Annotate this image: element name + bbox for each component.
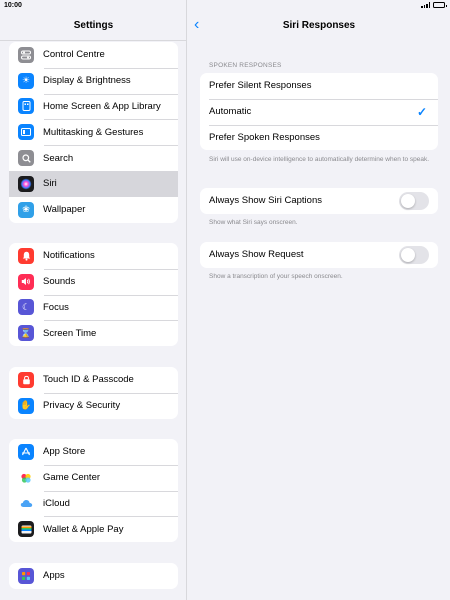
request-footer: Show a transcription of your speech onsc… [209, 273, 343, 280]
apps-icon [18, 567, 34, 584]
captions-footer: Show what Siri says onscreen. [209, 219, 298, 226]
sidebar-item-display-brightness[interactable]: ☀ Display & Brightness [9, 67, 178, 94]
divider [0, 40, 186, 41]
captions-row: Always Show Siri Captions [200, 188, 438, 214]
sidebar-item-privacy[interactable]: ✋ Privacy & Security [9, 392, 178, 419]
sidebar-item-home-screen[interactable]: Home Screen & App Library [9, 93, 178, 120]
sidebar-item-siri[interactable]: Siri [9, 170, 178, 197]
sidebar-item-label: Game Center [43, 472, 101, 484]
sidebar-item-label: Touch ID & Passcode [43, 374, 134, 386]
sidebar-item-label: Search [43, 152, 74, 164]
app-store-icon [18, 443, 34, 460]
sidebar-item-label: Sounds [43, 276, 76, 288]
status-indicators [421, 2, 447, 8]
sidebar-item-multitasking[interactable]: Multitasking & Gestures [9, 119, 178, 145]
settings-sidebar: Settings Control Centre ☀ Display & Brig… [0, 0, 187, 600]
request-toggle[interactable] [399, 246, 429, 264]
option-automatic[interactable]: Automatic ✓ [200, 98, 438, 125]
sidebar-item-wallet[interactable]: Wallet & Apple Pay [9, 516, 178, 542]
sidebar-item-wallpaper[interactable]: ❀ Wallpaper [9, 197, 178, 223]
sidebar-item-search[interactable]: Search [9, 145, 178, 171]
sidebar-item-label: Notifications [43, 250, 95, 262]
wallet-icon [18, 521, 34, 538]
sidebar-item-app-store[interactable]: App Store [9, 439, 178, 465]
sidebar-item-game-center[interactable]: Game Center [9, 464, 178, 491]
hand-icon: ✋ [18, 397, 34, 414]
sidebar-item-label: Control Centre [43, 49, 105, 61]
checkmark-icon: ✓ [416, 104, 427, 119]
toggle-knob [401, 194, 415, 208]
sidebar-item-touch-id[interactable]: Touch ID & Passcode [9, 367, 178, 393]
toggle-knob [401, 248, 415, 262]
wallpaper-icon: ❀ [18, 201, 34, 218]
option-label: Prefer Spoken Responses [209, 131, 320, 143]
siri-responses-pane: ‹ Siri Responses SPOKEN RESPONSES Prefer… [188, 0, 450, 600]
signal-icon [421, 2, 430, 8]
sidebar-group-apps: Apps [9, 563, 178, 589]
control-centre-icon [18, 46, 34, 63]
captions-label: Always Show Siri Captions [209, 195, 322, 207]
sidebar-group-apps-services: App Store Game Center iCloud Wallet & Ap… [9, 439, 178, 543]
captions-group: Always Show Siri Captions [200, 188, 438, 214]
sidebar-item-label: Multitasking & Gestures [43, 126, 144, 138]
status-bar: 10:00 [0, 0, 450, 12]
sidebar-item-label: iCloud [43, 497, 70, 509]
moon-icon: ☾ [18, 299, 34, 316]
multitasking-icon [18, 124, 34, 141]
sidebar-item-label: Privacy & Security [43, 400, 121, 412]
sidebar-group-security: Touch ID & Passcode ✋ Privacy & Security [9, 367, 178, 419]
sun-icon: ☀ [18, 72, 34, 89]
sidebar-item-focus[interactable]: ☾ Focus [9, 294, 178, 321]
home-screen-icon [18, 98, 34, 115]
sidebar-item-label: Wallpaper [43, 204, 86, 216]
captions-toggle[interactable] [399, 192, 429, 210]
search-icon [18, 150, 34, 167]
sidebar-item-notifications[interactable]: Notifications [9, 243, 178, 269]
sidebar-group-notifications: Notifications Sounds ☾ Focus ⌛ Screen Ti… [9, 243, 178, 347]
hourglass-icon: ⌛ [18, 325, 34, 342]
spoken-responses-footer: Siri will use on-device intelligence to … [209, 156, 430, 163]
sidebar-title: Settings [73, 20, 114, 31]
sidebar-item-screen-time[interactable]: ⌛ Screen Time [9, 320, 178, 346]
sidebar-item-label: Display & Brightness [43, 75, 131, 87]
sidebar-item-label: Wallet & Apple Pay [43, 523, 124, 535]
siri-icon [18, 175, 34, 192]
sidebar-group-display: Control Centre ☀ Display & Brightness Ho… [9, 42, 178, 223]
speaker-icon [18, 273, 34, 290]
navigation-bar: ‹ Siri Responses [188, 14, 450, 40]
bell-icon [18, 247, 34, 264]
request-row: Always Show Request [200, 242, 438, 268]
status-time: 10:00 [4, 2, 22, 9]
option-prefer-spoken[interactable]: Prefer Spoken Responses [200, 124, 438, 151]
cloud-icon [18, 495, 34, 512]
battery-icon [433, 2, 447, 8]
option-label: Automatic [209, 106, 252, 118]
sidebar-item-label: Siri [43, 178, 57, 190]
section-header-spoken-responses: SPOKEN RESPONSES [209, 62, 282, 69]
option-label: Prefer Silent Responses [209, 80, 312, 92]
sidebar-item-label: Home Screen & App Library [43, 100, 161, 112]
sidebar-item-label: Apps [43, 570, 65, 582]
spoken-responses-group: Prefer Silent Responses Automatic ✓ Pref… [200, 73, 438, 151]
sidebar-item-label: Focus [43, 301, 69, 313]
sidebar-item-label: Screen Time [43, 327, 97, 339]
sidebar-item-sounds[interactable]: Sounds [9, 268, 178, 295]
page-title: Siri Responses [282, 20, 356, 31]
request-group: Always Show Request [200, 242, 438, 268]
sidebar-item-control-centre[interactable]: Control Centre [9, 42, 178, 68]
lock-icon [18, 371, 34, 388]
game-center-icon [18, 469, 34, 486]
sidebar-item-apps[interactable]: Apps [9, 563, 178, 589]
option-prefer-silent[interactable]: Prefer Silent Responses [200, 73, 438, 99]
request-label: Always Show Request [209, 249, 304, 261]
sidebar-item-label: App Store [43, 446, 86, 458]
sidebar-item-icloud[interactable]: iCloud [9, 490, 178, 517]
